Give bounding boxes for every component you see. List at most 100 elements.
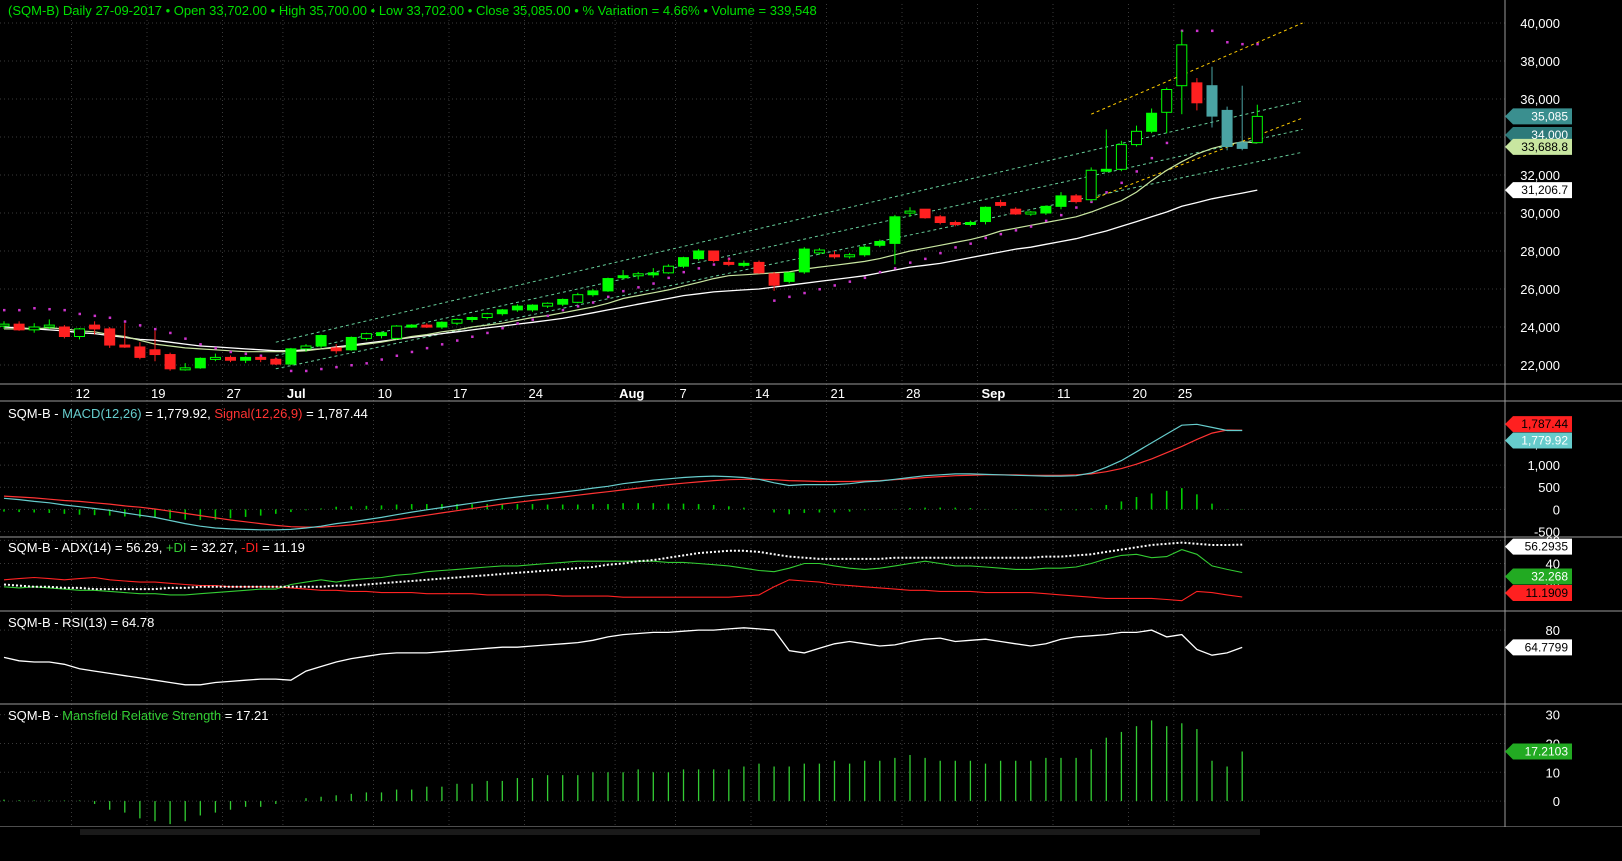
candle-body[interactable] (1010, 208, 1022, 215)
candle-body[interactable] (1115, 144, 1127, 170)
candle-body[interactable] (1176, 44, 1188, 87)
candle-body[interactable] (829, 254, 840, 258)
candle-body[interactable] (270, 358, 282, 365)
candle-body[interactable] (723, 261, 735, 265)
candle-body[interactable] (889, 216, 901, 244)
x-tick-label: 25 (1178, 386, 1192, 401)
y-tick-label: 30,000 (1520, 206, 1560, 221)
candle-body[interactable] (436, 321, 448, 328)
candle-body[interactable] (919, 208, 931, 219)
candle-body[interactable] (995, 202, 1007, 206)
candle-body[interactable] (738, 262, 750, 266)
candle-body[interactable] (1070, 195, 1082, 203)
candle-body[interactable] (1040, 205, 1052, 214)
candle-body[interactable] (28, 326, 40, 331)
stock-chart: 12 19 27 Jul 10 17 24 Aug 7 14 21 28 Sep 11 20 25 22,000… (0, 0, 1622, 861)
candle-body[interactable] (783, 272, 795, 282)
x-tick-label: 28 (906, 386, 920, 401)
x-tick-label: 17 (453, 386, 467, 401)
candle-body[interactable] (632, 273, 644, 277)
candle-body[interactable] (164, 354, 176, 370)
candle-body[interactable] (330, 347, 342, 352)
sar-dot (3, 308, 6, 312)
y-tick-label: 28,000 (1520, 244, 1560, 259)
candle-body[interactable] (1236, 142, 1248, 149)
candle-body[interactable] (1191, 82, 1203, 104)
y-tick-label: 80 (1546, 623, 1560, 638)
candle-body[interactable] (542, 302, 554, 307)
candle-body[interactable] (813, 249, 825, 254)
candle-body[interactable] (13, 323, 25, 331)
candle-body[interactable] (511, 305, 523, 311)
candle-body[interactable] (300, 345, 312, 350)
tag-rsi: 64.7799 (1505, 639, 1572, 656)
candle-body[interactable] (572, 294, 584, 303)
candle-body[interactable] (964, 222, 976, 225)
candle-body[interactable] (753, 261, 765, 274)
y-tick-label: 500 (1538, 480, 1560, 495)
candle-body[interactable] (1100, 168, 1112, 172)
candle-body[interactable] (693, 250, 705, 260)
candle-body[interactable] (617, 275, 629, 279)
candle-body[interactable] (391, 325, 403, 339)
candle-body[interactable] (194, 357, 206, 369)
candle-body[interactable] (557, 298, 569, 305)
candle-body[interactable] (708, 250, 720, 261)
candle-body[interactable] (859, 246, 871, 256)
candle-body[interactable] (421, 324, 433, 328)
candle-body[interactable] (225, 356, 236, 361)
candle-body[interactable] (527, 304, 538, 311)
candle-body[interactable] (481, 313, 493, 319)
candle-body[interactable] (844, 254, 856, 258)
candle-body[interactable] (1221, 109, 1233, 147)
candle-body[interactable] (104, 328, 116, 346)
candle-body[interactable] (285, 348, 297, 365)
candle-body[interactable] (678, 257, 689, 267)
scrollbar-track[interactable] (80, 829, 1260, 835)
candle-body[interactable] (1206, 85, 1218, 117)
sar-dot (410, 350, 414, 354)
candle-body[interactable] (240, 356, 252, 361)
candle-body[interactable] (1025, 211, 1037, 215)
candle-body[interactable] (587, 290, 599, 296)
candle-body[interactable] (1161, 89, 1173, 113)
candle-body[interactable] (58, 326, 70, 337)
candle-body[interactable] (315, 335, 327, 347)
candle-body[interactable] (647, 272, 659, 276)
candle-body[interactable] (1131, 130, 1142, 146)
y-tick-label: 24,000 (1520, 320, 1560, 335)
candle-body[interactable] (768, 273, 780, 286)
candle-body[interactable] (980, 206, 991, 223)
candle-body[interactable] (874, 241, 886, 246)
candle-body[interactable] (904, 210, 916, 214)
candle-body[interactable] (949, 222, 961, 225)
candle-body[interactable] (451, 318, 463, 324)
candle-body[interactable] (1251, 115, 1263, 144)
candle-body[interactable] (149, 349, 161, 356)
candle-body[interactable] (466, 317, 478, 320)
candle-body[interactable] (179, 367, 191, 371)
x-tick-label: 11 (1057, 386, 1071, 401)
candle-body[interactable] (89, 324, 101, 330)
candle-body[interactable] (74, 328, 85, 337)
candle-body[interactable] (376, 332, 387, 337)
candle-body[interactable] (1146, 112, 1158, 132)
candle-body[interactable] (798, 248, 810, 273)
candle-body[interactable] (934, 216, 946, 224)
candle-body[interactable] (496, 309, 508, 315)
candle-body[interactable] (406, 324, 418, 328)
candle-body[interactable] (0, 323, 10, 327)
candle-body[interactable] (43, 324, 55, 328)
candle-body[interactable] (134, 346, 146, 358)
candle-body[interactable] (345, 336, 357, 351)
candle-body[interactable] (602, 278, 614, 292)
candle-body[interactable] (1055, 195, 1067, 207)
candle-body[interactable] (1085, 169, 1097, 201)
candle-body[interactable] (360, 333, 372, 339)
candle-body[interactable] (255, 356, 267, 360)
candle-body[interactable] (119, 344, 131, 348)
candle-body[interactable] (209, 356, 221, 360)
sar-dot (1105, 191, 1108, 194)
candle-body[interactable] (662, 265, 674, 274)
tag-ma-slow: 31,206.7 (1505, 182, 1572, 199)
